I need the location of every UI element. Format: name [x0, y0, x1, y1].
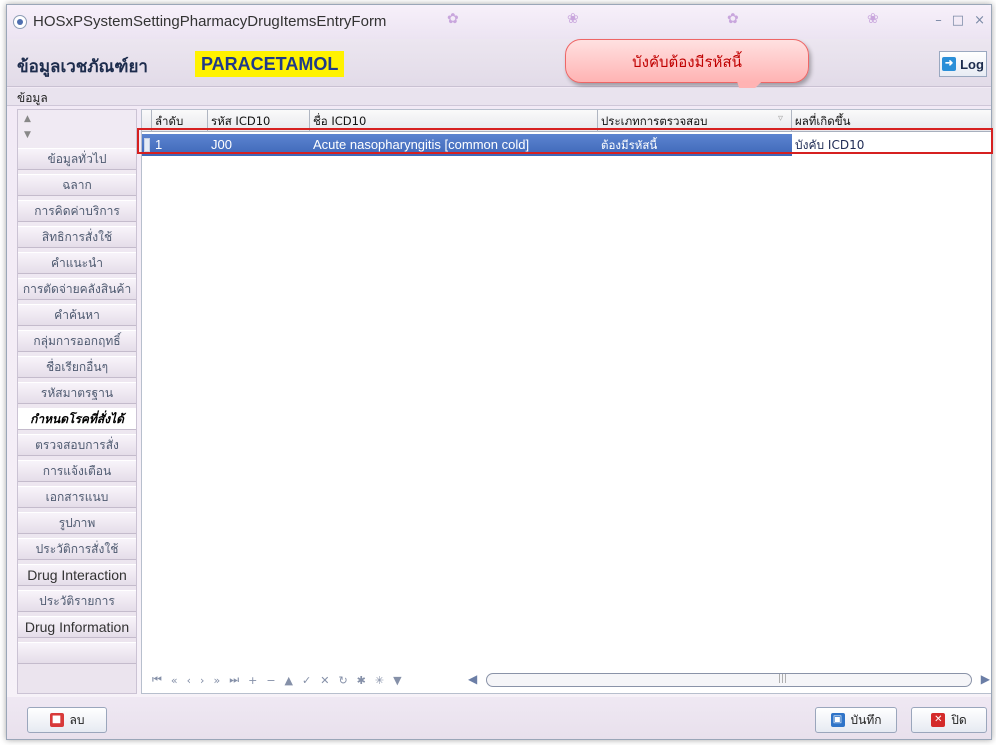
row-indicator-icon — [144, 138, 150, 152]
table-row[interactable]: 1 J00 Acute nasopharyngitis [common cold… — [142, 134, 991, 156]
nav-goto-bookmark-icon[interactable]: ✳ — [375, 674, 384, 687]
column-header-result[interactable]: ผลที่เกิดขึ้น — [792, 110, 991, 132]
nav-next-page-icon[interactable]: » — [213, 674, 220, 687]
close-icon[interactable]: × — [974, 13, 985, 28]
nav-refresh-icon[interactable]: ↻ — [338, 674, 347, 687]
sidebar-item-order-check[interactable]: ตรวจสอบการสั่ง — [18, 434, 136, 456]
column-header-icd10-name[interactable]: ชื่อ ICD10 — [310, 110, 598, 132]
menu-item-data[interactable]: ข้อมูล — [17, 89, 48, 108]
delete-icon: ■ — [49, 713, 64, 727]
sidebar-item-standard-code[interactable]: รหัสมาตรฐาน — [18, 382, 136, 404]
sidebar: ▲ ▼ ข้อมูลทั่วไป ฉลาก การคิดค่าบริการ สิ… — [17, 109, 137, 694]
grid-header: ลำดับ รหัส ICD10 ชื่อ ICD10 ประเภทการตรว… — [142, 110, 991, 132]
column-header-check-type[interactable]: ประเภทการตรวจสอบ — [598, 110, 792, 132]
save-icon: ▣ — [830, 713, 845, 727]
sidebar-item-drug-information[interactable]: Drug Information — [18, 616, 136, 638]
cell-seq[interactable]: 1 — [152, 134, 208, 156]
column-header-icd10-code[interactable]: รหัส ICD10 — [208, 110, 310, 132]
nav-prev-icon[interactable]: ‹ — [187, 674, 191, 687]
cell-result[interactable]: บังคับ ICD10 — [792, 134, 991, 156]
nav-delete-icon[interactable]: − — [266, 674, 275, 687]
close-label: ปิด — [951, 712, 967, 727]
sidebar-item-keywords[interactable]: คำค้นหา — [18, 304, 136, 326]
close-x-icon: ✕ — [931, 713, 946, 727]
filter-icon[interactable]: ▿ — [778, 113, 783, 124]
callout-annotation: บังคับต้องมีรหัสนี้ — [565, 39, 809, 83]
sidebar-item-partial[interactable] — [18, 642, 136, 664]
nav-filter-icon[interactable]: ▼ — [393, 674, 401, 687]
save-label: บันทึก — [850, 712, 882, 727]
decor-flower-icon: ❀ — [567, 11, 579, 27]
nav-add-icon[interactable]: + — [248, 674, 257, 687]
log-arrow-icon: ➜ — [942, 57, 957, 71]
decor-flower-icon: ✿ — [447, 11, 459, 27]
app-icon — [13, 15, 27, 29]
sidebar-item-other-names[interactable]: ชื่อเรียกอื่นๆ — [18, 356, 136, 378]
nav-prev-page-icon[interactable]: « — [171, 674, 178, 687]
nav-first-icon[interactable]: ⏮ — [152, 673, 162, 687]
sidebar-item-advice[interactable]: คำแนะนำ — [18, 252, 136, 274]
grid-navigator: ⏮ « ‹ › » ⏭ + − ▲ ✓ ✕ ↻ ✱ ✳ ▼ — [152, 673, 402, 687]
column-header-seq[interactable]: ลำดับ — [152, 110, 208, 132]
decor-flower-icon: ✿ — [727, 11, 739, 27]
sidebar-item-billing[interactable]: การคิดค่าบริการ — [18, 200, 136, 222]
log-label: Log — [960, 56, 984, 72]
decor-flower-icon: ❀ — [867, 11, 879, 27]
sidebar-item-usage-history[interactable]: ประวัติการสั่งใช้ — [18, 538, 136, 560]
scrollbar-thumb[interactable] — [486, 673, 972, 687]
cell-icd10-code[interactable]: J00 — [208, 134, 310, 156]
sidebar-item-action-group[interactable]: กลุ่มการออกฤทธิ์ — [18, 330, 136, 352]
save-button[interactable]: ▣ บันทึก — [815, 707, 897, 733]
bottom-bar: ■ ลบ ▣ บันทึก ✕ ปิด — [7, 697, 991, 739]
sidebar-item-prescribe-rights[interactable]: สิทธิการสั่งใช้ — [18, 226, 136, 248]
sidebar-item-alerts[interactable]: การแจ้งเตือน — [18, 460, 136, 482]
scroll-down-icon[interactable]: ▼ — [24, 130, 31, 140]
scroll-up-icon[interactable]: ▲ — [24, 114, 31, 124]
menu-strip: ข้อมูล — [7, 88, 991, 106]
form-caption: ข้อมูลเวชภัณฑ์ยา — [17, 57, 148, 77]
sidebar-item-general[interactable]: ข้อมูลทั่วไป — [18, 148, 136, 170]
scrollbar-grip-icon: ||| — [778, 674, 788, 684]
maximize-icon[interactable]: □ — [952, 13, 964, 28]
nav-edit-icon[interactable]: ▲ — [285, 674, 293, 687]
sidebar-item-images[interactable]: รูปภาพ — [18, 512, 136, 534]
sidebar-item-drug-interaction[interactable]: Drug Interaction — [18, 564, 136, 586]
sidebar-scroll[interactable]: ▲ ▼ — [18, 110, 136, 148]
horizontal-scrollbar[interactable]: ◀ ||| ▶ — [468, 672, 990, 688]
sidebar-item-label[interactable]: ฉลาก — [18, 174, 136, 196]
close-button[interactable]: ✕ ปิด — [911, 707, 987, 733]
log-button[interactable]: ➜ Log — [939, 51, 987, 77]
cell-icd10-name[interactable]: Acute nasopharyngitis [common cold] — [310, 134, 598, 156]
delete-label: ลบ — [69, 712, 85, 727]
nav-post-icon[interactable]: ✓ — [302, 674, 311, 687]
drug-name-label: PARACETAMOL — [195, 51, 345, 77]
window-title: HOSxPSystemSettingPharmacyDrugItemsEntry… — [33, 13, 387, 30]
nav-next-icon[interactable]: › — [200, 674, 204, 687]
minimize-icon[interactable]: – — [935, 13, 942, 28]
sidebar-item-allowed-diseases[interactable]: กำหนดโรคที่สั่งได้ — [18, 408, 136, 430]
sidebar-item-attachments[interactable]: เอกสารแนบ — [18, 486, 136, 508]
nav-last-icon[interactable]: ⏭ — [229, 673, 239, 687]
nav-cancel-icon[interactable]: ✕ — [320, 674, 329, 687]
nav-bookmark-icon[interactable]: ✱ — [357, 674, 366, 687]
sidebar-item-item-history[interactable]: ประวัติรายการ — [18, 590, 136, 612]
delete-button[interactable]: ■ ลบ — [27, 707, 107, 733]
sidebar-item-stock-deduction[interactable]: การตัดจ่ายคลังสินค้า — [18, 278, 136, 300]
form-header: ข้อมูลเวชภัณฑ์ยา PARACETAMOL บังคับต้องม… — [7, 39, 991, 87]
scroll-right-icon[interactable]: ▶ — [981, 672, 990, 686]
scroll-left-icon[interactable]: ◀ — [468, 672, 477, 686]
header-indicator — [142, 110, 152, 132]
cell-check-type[interactable]: ต้องมีรหัสนี้ — [598, 134, 792, 156]
icd10-grid: ลำดับ รหัส ICD10 ชื่อ ICD10 ประเภทการตรว… — [141, 109, 991, 694]
drug-items-entry-window: HOSxPSystemSettingPharmacyDrugItemsEntry… — [6, 4, 992, 740]
title-bar: HOSxPSystemSettingPharmacyDrugItemsEntry… — [7, 5, 991, 39]
